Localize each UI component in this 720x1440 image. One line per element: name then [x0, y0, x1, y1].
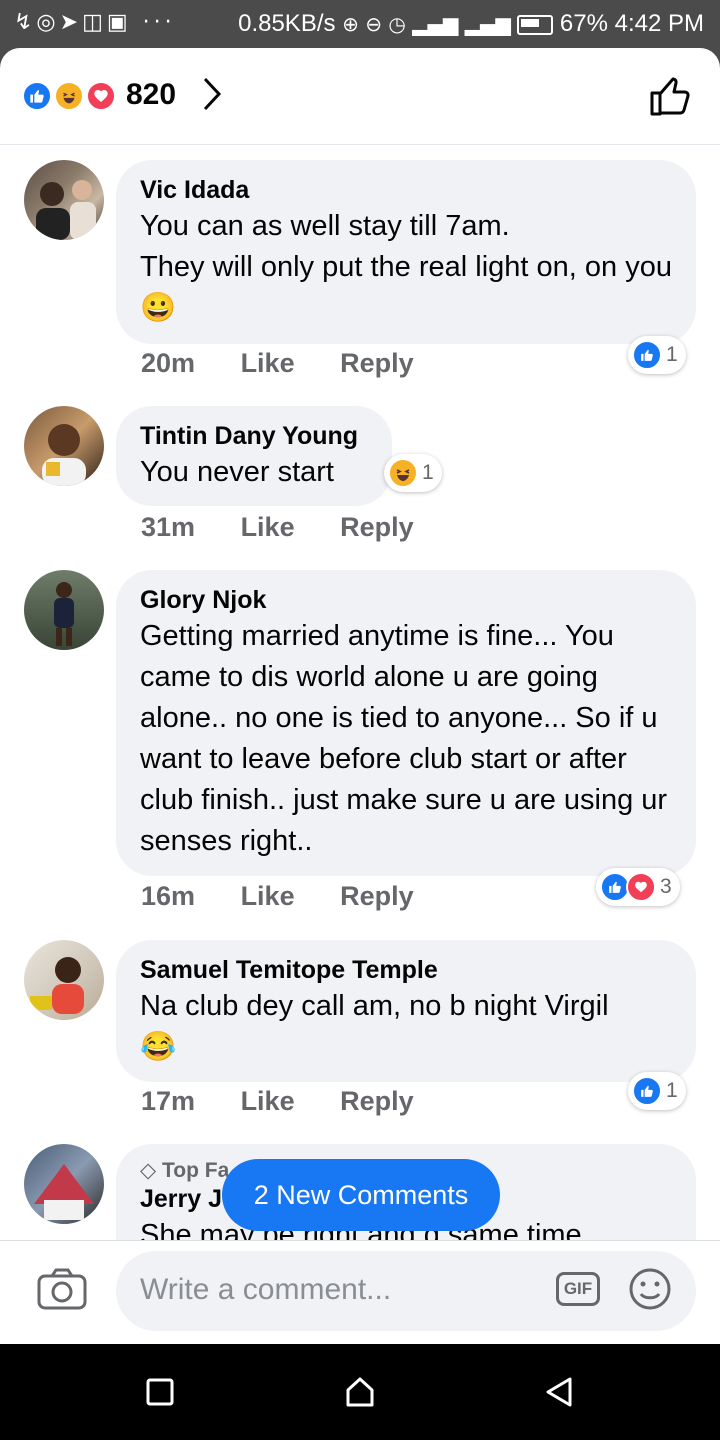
like-post-button[interactable]: [648, 74, 692, 118]
love-icon: [626, 872, 656, 902]
reply-button[interactable]: Reply: [340, 512, 414, 542]
like-comment-button[interactable]: Like: [241, 881, 295, 911]
comment-bubble: Samuel Temitope Temple Na club dey call …: [116, 940, 696, 1082]
comment-text: You never start: [140, 456, 334, 488]
reaction-count: 3: [660, 875, 672, 898]
love-icon: [86, 81, 116, 111]
reply-button[interactable]: Reply: [340, 348, 414, 378]
status-right: 0.85KB/s ⊕ ⊖ ◷ ▂▄▆ ▂▄▆ 67% 4:42 PM: [238, 10, 704, 38]
comment-author[interactable]: Tintin Dany Young: [140, 420, 368, 452]
net-speed: 0.85KB/s: [238, 10, 336, 37]
reaction-count[interactable]: 820: [126, 78, 176, 112]
like-icon: [632, 1076, 662, 1106]
reply-button[interactable]: Reply: [340, 881, 414, 911]
like-comment-button[interactable]: Like: [241, 1086, 295, 1116]
comment-reactions[interactable]: 1: [384, 454, 442, 492]
emoji-icon[interactable]: [628, 1267, 672, 1311]
status-icons: ⊕ ⊖ ◷ ▂▄▆ ▂▄▆: [342, 12, 518, 36]
battery-level: 67%: [559, 10, 608, 37]
haha-icon: [54, 81, 84, 111]
like-comment-button[interactable]: Like: [241, 512, 295, 542]
comment-placeholder: Write a comment...: [140, 1273, 392, 1306]
clock: 4:42 PM: [614, 10, 704, 37]
comment-text: You can as well stay till 7am. They will…: [140, 210, 672, 324]
comment-actions: 16m Like Reply: [141, 881, 452, 912]
reaction-count: 1: [666, 343, 678, 366]
like-icon: [632, 340, 662, 370]
comment-composer: Write a comment... GIF: [0, 1240, 720, 1344]
comment-time: 16m: [141, 881, 196, 911]
avatar[interactable]: [24, 160, 104, 240]
comment-reactions[interactable]: 1: [628, 1072, 686, 1110]
comment-text: Na club dey call am, no b night Virgil 😂: [140, 990, 609, 1063]
reaction-count: 1: [422, 461, 434, 484]
like-comment-button[interactable]: Like: [241, 348, 295, 378]
comment-bubble: Vic Idada You can as well stay till 7am.…: [116, 160, 696, 344]
comment-time: 31m: [141, 512, 196, 542]
comment-bubble: Glory Njok Getting married anytime is fi…: [116, 570, 696, 876]
comment-actions: 20m Like Reply: [141, 348, 452, 379]
status-bar: ↯◎➤◫▣ ··· 0.85KB/s ⊕ ⊖ ◷ ▂▄▆ ▂▄▆ 67% 4:4…: [0, 0, 720, 48]
reactions-header: 820: [0, 48, 720, 145]
recents-button[interactable]: [146, 1378, 174, 1406]
battery-icon: [517, 14, 554, 35]
camera-icon[interactable]: [36, 1267, 88, 1311]
back-button[interactable]: [544, 1376, 574, 1408]
haha-icon: [388, 458, 418, 488]
comment-author[interactable]: Samuel Temitope Temple: [140, 954, 672, 986]
avatar[interactable]: [24, 570, 104, 650]
comment-text: Getting married anytime is fine... You c…: [140, 620, 676, 857]
reply-button[interactable]: Reply: [340, 1086, 414, 1116]
notification-icons: ↯◎➤◫▣ ···: [14, 10, 176, 35]
chevron-right-icon[interactable]: [200, 74, 224, 123]
system-nav-bar: [0, 1344, 720, 1440]
comment-input[interactable]: Write a comment... GIF: [116, 1251, 696, 1331]
avatar[interactable]: [24, 1144, 104, 1224]
comment-author[interactable]: Glory Njok: [140, 584, 672, 616]
like-icon: [22, 81, 52, 111]
comment-actions: 31m Like Reply: [141, 512, 452, 543]
comment-time: 17m: [141, 1086, 196, 1116]
comment-actions: 17m Like Reply: [141, 1086, 452, 1117]
avatar[interactable]: [24, 406, 104, 486]
comment-reactions[interactable]: 3: [596, 868, 680, 906]
diamond-icon: ◇: [140, 1158, 157, 1182]
comment-reactions[interactable]: 1: [628, 336, 686, 374]
reaction-count: 1: [666, 1079, 678, 1102]
gif-button[interactable]: GIF: [556, 1272, 600, 1306]
new-comments-button[interactable]: 2 New Comments: [222, 1159, 500, 1231]
comment-bubble: Tintin Dany Young You never start: [116, 406, 392, 506]
comment-time: 20m: [141, 348, 196, 378]
comment-author[interactable]: Vic Idada: [140, 174, 672, 206]
avatar[interactable]: [24, 940, 104, 1020]
comments-sheet: 820 Vic Idada You can as well stay till …: [0, 48, 720, 1344]
home-button[interactable]: [344, 1376, 376, 1408]
